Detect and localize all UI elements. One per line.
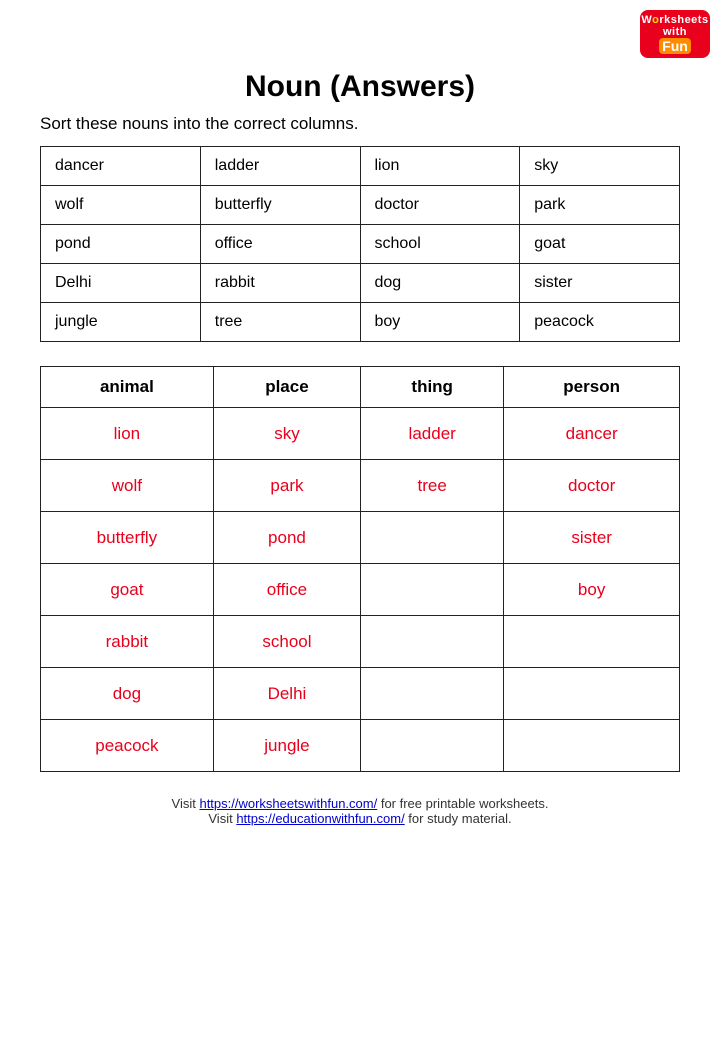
answer-cell: rabbit: [41, 616, 214, 668]
answer-cell: boy: [504, 564, 680, 616]
table-cell: boy: [360, 303, 520, 342]
footer: Visit https://worksheetswithfun.com/ for…: [40, 796, 680, 826]
logo: Worksheets with Fun: [640, 10, 710, 60]
answer-row: butterflypond sister: [41, 512, 680, 564]
answer-cell: jungle: [213, 720, 360, 772]
table-cell: wolf: [41, 186, 201, 225]
answer-cell: sky: [213, 408, 360, 460]
answer-cell: lion: [41, 408, 214, 460]
answer-cell: [361, 512, 504, 564]
table-cell: tree: [200, 303, 360, 342]
answer-cell: [504, 616, 680, 668]
answer-row: goatoffice boy: [41, 564, 680, 616]
table-cell: ladder: [200, 147, 360, 186]
answer-cell: Delhi: [213, 668, 360, 720]
answer-cell: [361, 564, 504, 616]
table-cell: peacock: [520, 303, 680, 342]
footer-line2: Visit https://educationwithfun.com/ for …: [40, 811, 680, 826]
page-title: Noun (Answers): [40, 70, 680, 104]
table-cell: dog: [360, 264, 520, 303]
answer-cell: dog: [41, 668, 214, 720]
logo-text-with: with: [663, 26, 687, 38]
subtitle: Sort these nouns into the correct column…: [40, 114, 680, 134]
table-cell: school: [360, 225, 520, 264]
answer-cell: park: [213, 460, 360, 512]
footer-line2-suffix: for study material.: [405, 811, 512, 826]
table-cell: Delhi: [41, 264, 201, 303]
page: Worksheets with Fun Noun (Answers) Sort …: [0, 0, 720, 1040]
answer-row: peacockjungle: [41, 720, 680, 772]
table-cell: sister: [520, 264, 680, 303]
table-row: dancerladderlionsky: [41, 147, 680, 186]
table-row: wolfbutterflydoctorpark: [41, 186, 680, 225]
footer-link1[interactable]: https://worksheetswithfun.com/: [199, 796, 377, 811]
table-cell: doctor: [360, 186, 520, 225]
answer-row: wolfparktreedoctor: [41, 460, 680, 512]
footer-line1-text: Visit: [172, 796, 200, 811]
table-cell: goat: [520, 225, 680, 264]
answer-cell: [361, 720, 504, 772]
answer-row: lionskyladderdancer: [41, 408, 680, 460]
table-cell: lion: [360, 147, 520, 186]
logo-text-worksheets: Worksheets: [641, 14, 708, 26]
answer-cell: [504, 720, 680, 772]
answer-cell: school: [213, 616, 360, 668]
answer-column-header: person: [504, 367, 680, 408]
footer-line2-text: Visit: [208, 811, 236, 826]
table-cell: butterfly: [200, 186, 360, 225]
logo-text-fun: Fun: [659, 38, 691, 54]
answer-cell: peacock: [41, 720, 214, 772]
answer-column-header: animal: [41, 367, 214, 408]
table-cell: office: [200, 225, 360, 264]
answer-cell: tree: [361, 460, 504, 512]
footer-line1: Visit https://worksheetswithfun.com/ for…: [40, 796, 680, 811]
table-cell: park: [520, 186, 680, 225]
answer-cell: [504, 668, 680, 720]
table-row: jungletreeboypeacock: [41, 303, 680, 342]
answer-cell: sister: [504, 512, 680, 564]
word-bank-table: dancerladderlionskywolfbutterflydoctorpa…: [40, 146, 680, 342]
answer-column-header: thing: [361, 367, 504, 408]
table-row: pondofficeschoolgoat: [41, 225, 680, 264]
answer-row: rabbitschool: [41, 616, 680, 668]
answer-cell: ladder: [361, 408, 504, 460]
table-cell: pond: [41, 225, 201, 264]
answer-column-header: place: [213, 367, 360, 408]
table-cell: dancer: [41, 147, 201, 186]
answer-cell: butterfly: [41, 512, 214, 564]
footer-link2[interactable]: https://educationwithfun.com/: [236, 811, 404, 826]
answer-cell: dancer: [504, 408, 680, 460]
answer-cell: goat: [41, 564, 214, 616]
table-cell: rabbit: [200, 264, 360, 303]
answer-row: dogDelhi: [41, 668, 680, 720]
answer-cell: pond: [213, 512, 360, 564]
answer-cell: wolf: [41, 460, 214, 512]
answer-table: animalplacethingperson lionskyladderdanc…: [40, 366, 680, 772]
answer-cell: doctor: [504, 460, 680, 512]
footer-line1-suffix: for free printable worksheets.: [377, 796, 548, 811]
table-cell: sky: [520, 147, 680, 186]
table-cell: jungle: [41, 303, 201, 342]
answer-cell: office: [213, 564, 360, 616]
answer-cell: [361, 616, 504, 668]
table-row: Delhirabbitdogsister: [41, 264, 680, 303]
answer-cell: [361, 668, 504, 720]
